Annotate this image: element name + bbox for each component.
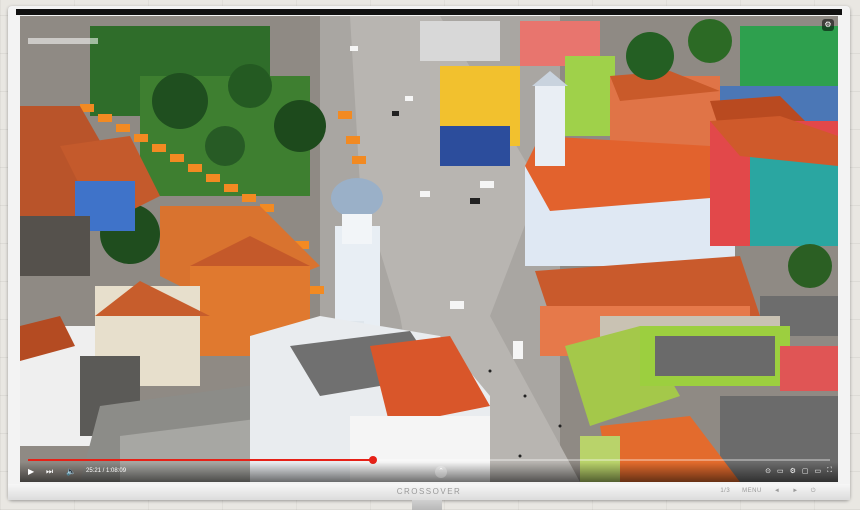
menu-hint: 1/3 [720,488,731,494]
autoplay-icon[interactable]: ⊙ [765,467,771,475]
video-screen[interactable]: ⚙ ▶ ⏭ 🔈 25:21 / 1:08:09 ⌃ ⊙ ▭ ⚙ ▢ ▭ ⛶ [20,16,838,482]
monitor-stand [412,500,442,510]
settings-corner-icon[interactable]: ⚙ [822,19,834,31]
fullscreen-icon[interactable]: ⛶ [827,467,832,475]
volume-icon[interactable]: 🔈 [66,467,76,477]
chevron-up-icon[interactable]: ⌃ [435,466,447,478]
monitor-buttons: 1/3 MENU ◄ ► ⏻ [720,488,816,495]
next-icon[interactable]: ⏭ [46,467,53,477]
subtitles-icon[interactable]: ▭ [777,467,784,475]
menu-button[interactable]: MENU [742,488,762,495]
power-icon[interactable]: ⏻ [811,488,816,495]
progress-bar[interactable] [28,456,830,464]
right-controls: ⊙ ▭ ⚙ ▢ ▭ ⛶ [765,467,832,475]
monitor-bezel [16,9,842,15]
miniplayer-icon[interactable]: ▢ [802,467,809,475]
theater-icon[interactable]: ▭ [814,467,821,475]
progress-fill [28,459,373,461]
right-arrow-button[interactable]: ► [792,488,798,495]
player-controls: ▶ ⏭ 🔈 25:21 / 1:08:09 ⌃ ⊙ ▭ ⚙ ▢ ▭ ⛶ [20,462,838,482]
channel-watermark [28,38,98,44]
settings-icon[interactable]: ⚙ [790,467,796,475]
left-arrow-button[interactable]: ◄ [774,488,780,495]
aerial-city-video-frame [20,16,838,482]
time-display: 25:21 / 1:08:09 [86,468,127,474]
monitor: ⚙ ▶ ⏭ 🔈 25:21 / 1:08:09 ⌃ ⊙ ▭ ⚙ ▢ ▭ ⛶ CROSSOV… [8,6,850,500]
play-icon[interactable]: ▶ [28,467,34,477]
